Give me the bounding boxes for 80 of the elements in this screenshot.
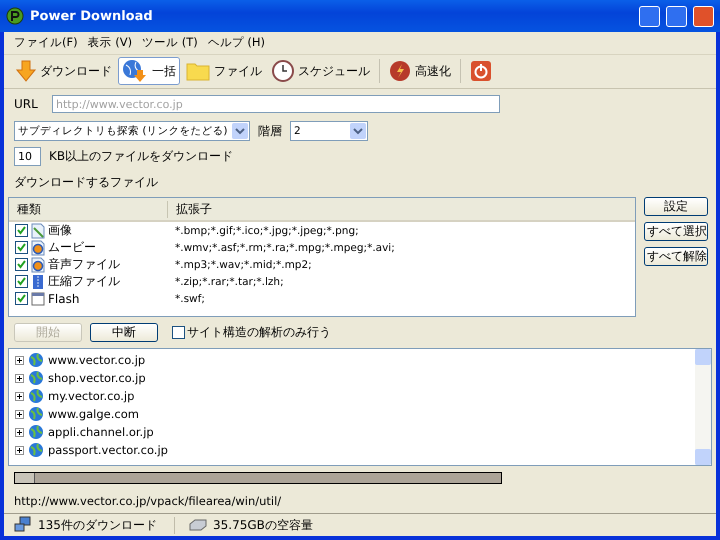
download-count: 135件のダウンロード [38,516,157,534]
file-type: 画像 [48,222,72,240]
toolbar-button[interactable]: 一括 [118,57,180,86]
down-arrow-icon [16,60,36,82]
extensions-cell: *.zip;*.rar;*.tar;*.lzh; [175,276,284,288]
toolbar-button[interactable]: 高速化 [385,57,455,86]
picture-file-icon [30,222,46,239]
extensions-cell: *.bmp;*.gif;*.ico;*.jpg;*.jpeg;*.png; [175,224,359,237]
network-icon [14,516,32,534]
globe-icon [28,388,44,404]
size-field[interactable]: 10 [14,147,41,166]
side-button[interactable]: すべて解除 [644,247,708,266]
window-file-icon [30,290,46,307]
minimize-button[interactable] [639,6,660,26]
menu-item[interactable]: 表示 (V) [88,35,132,50]
extensions-cell: *.swf; [175,292,205,305]
extensions-cell: *.wmv;*.asf;*.rm;*.ra;*.mpg;*.mpeg;*.avi; [175,242,395,254]
toolbar-button[interactable]: ファイル [182,57,266,86]
stop-button[interactable]: 中断 [90,323,158,342]
file-type: Flash [48,292,80,306]
url-label: URL [14,97,39,112]
size-label: KB以上のファイルをダウンロード [49,148,234,166]
scrollbar[interactable] [695,349,711,465]
checkbox[interactable] [15,258,28,272]
window-title: Power Download [30,8,154,24]
site-item[interactable]: www.vector.co.jp [48,353,146,368]
toolbar-button[interactable]: ダウンロード [12,57,116,86]
expand-icon[interactable] [15,428,24,437]
checkbox[interactable] [15,224,28,238]
close-button[interactable] [693,6,714,26]
files-label: ダウンロードするファイル [13,174,159,192]
globe-icon [28,442,44,458]
current-path: http://www.vector.co.jp/vpack/filearea/win/util/ [13,492,282,510]
site-item[interactable]: passport.vector.co.jp [48,443,168,458]
site-item[interactable]: appli.channel.or.jp [48,425,154,440]
site-item[interactable]: my.vector.co.jp [48,389,134,404]
menu-item[interactable]: ファイル(F) [14,35,78,50]
checkbox[interactable] [15,275,28,288]
maximize-button[interactable] [666,6,687,26]
expand-icon[interactable] [15,374,24,383]
menu-item[interactable]: ツール (T) [142,35,198,50]
column-header[interactable]: 種類 [9,200,168,218]
side-button[interactable]: すべて選択 [644,222,708,242]
file-type: ムービー [48,239,96,256]
globe-icon [28,406,44,422]
globe-download-icon [122,59,148,84]
url-field[interactable]: http://www.vector.co.jp [52,95,500,114]
power-icon [470,60,492,82]
extensions-cell: *.mp3;*.wav;*.mid;*.mp2; [175,258,312,271]
site-item[interactable]: www.galge.com [48,407,139,422]
site-item[interactable]: shop.vector.co.jp [48,371,146,386]
file-type: 圧縮ファイル [48,273,120,290]
expand-icon[interactable] [15,392,24,401]
analyze-only-label: サイト構造の解析のみ行う [187,324,331,342]
free-space: 35.75GBの空容量 [213,516,313,534]
checkbox[interactable] [15,241,28,254]
side-button[interactable]: 設定 [644,197,708,216]
checkbox[interactable] [172,326,185,340]
drive-icon [189,518,207,532]
column-header[interactable]: 拡張子 [168,200,212,218]
depth-label: 階層 [258,122,282,140]
expand-icon[interactable] [15,446,24,455]
menu-item[interactable]: ヘルプ (H) [208,35,266,50]
media-file-icon [30,256,46,273]
globe-icon [28,424,44,440]
toolbar-button[interactable]: スケジュール [268,57,374,86]
lightning-ball-icon [389,60,411,82]
expand-icon[interactable] [15,356,24,365]
archive-file-icon [30,274,46,290]
checkbox[interactable] [15,292,28,306]
clock-icon [272,60,294,82]
folder-icon [186,61,210,82]
globe-icon [28,370,44,386]
globe-icon [28,352,44,368]
search-mode-dropdown[interactable]: サブディレクトリも探索 (リンクをたどる) [14,121,250,142]
media-file-icon [30,240,46,256]
depth-dropdown[interactable]: 2 [290,121,368,142]
expand-icon[interactable] [15,410,24,419]
app-logo-icon [6,7,24,25]
file-type: 音声ファイル [48,256,120,274]
